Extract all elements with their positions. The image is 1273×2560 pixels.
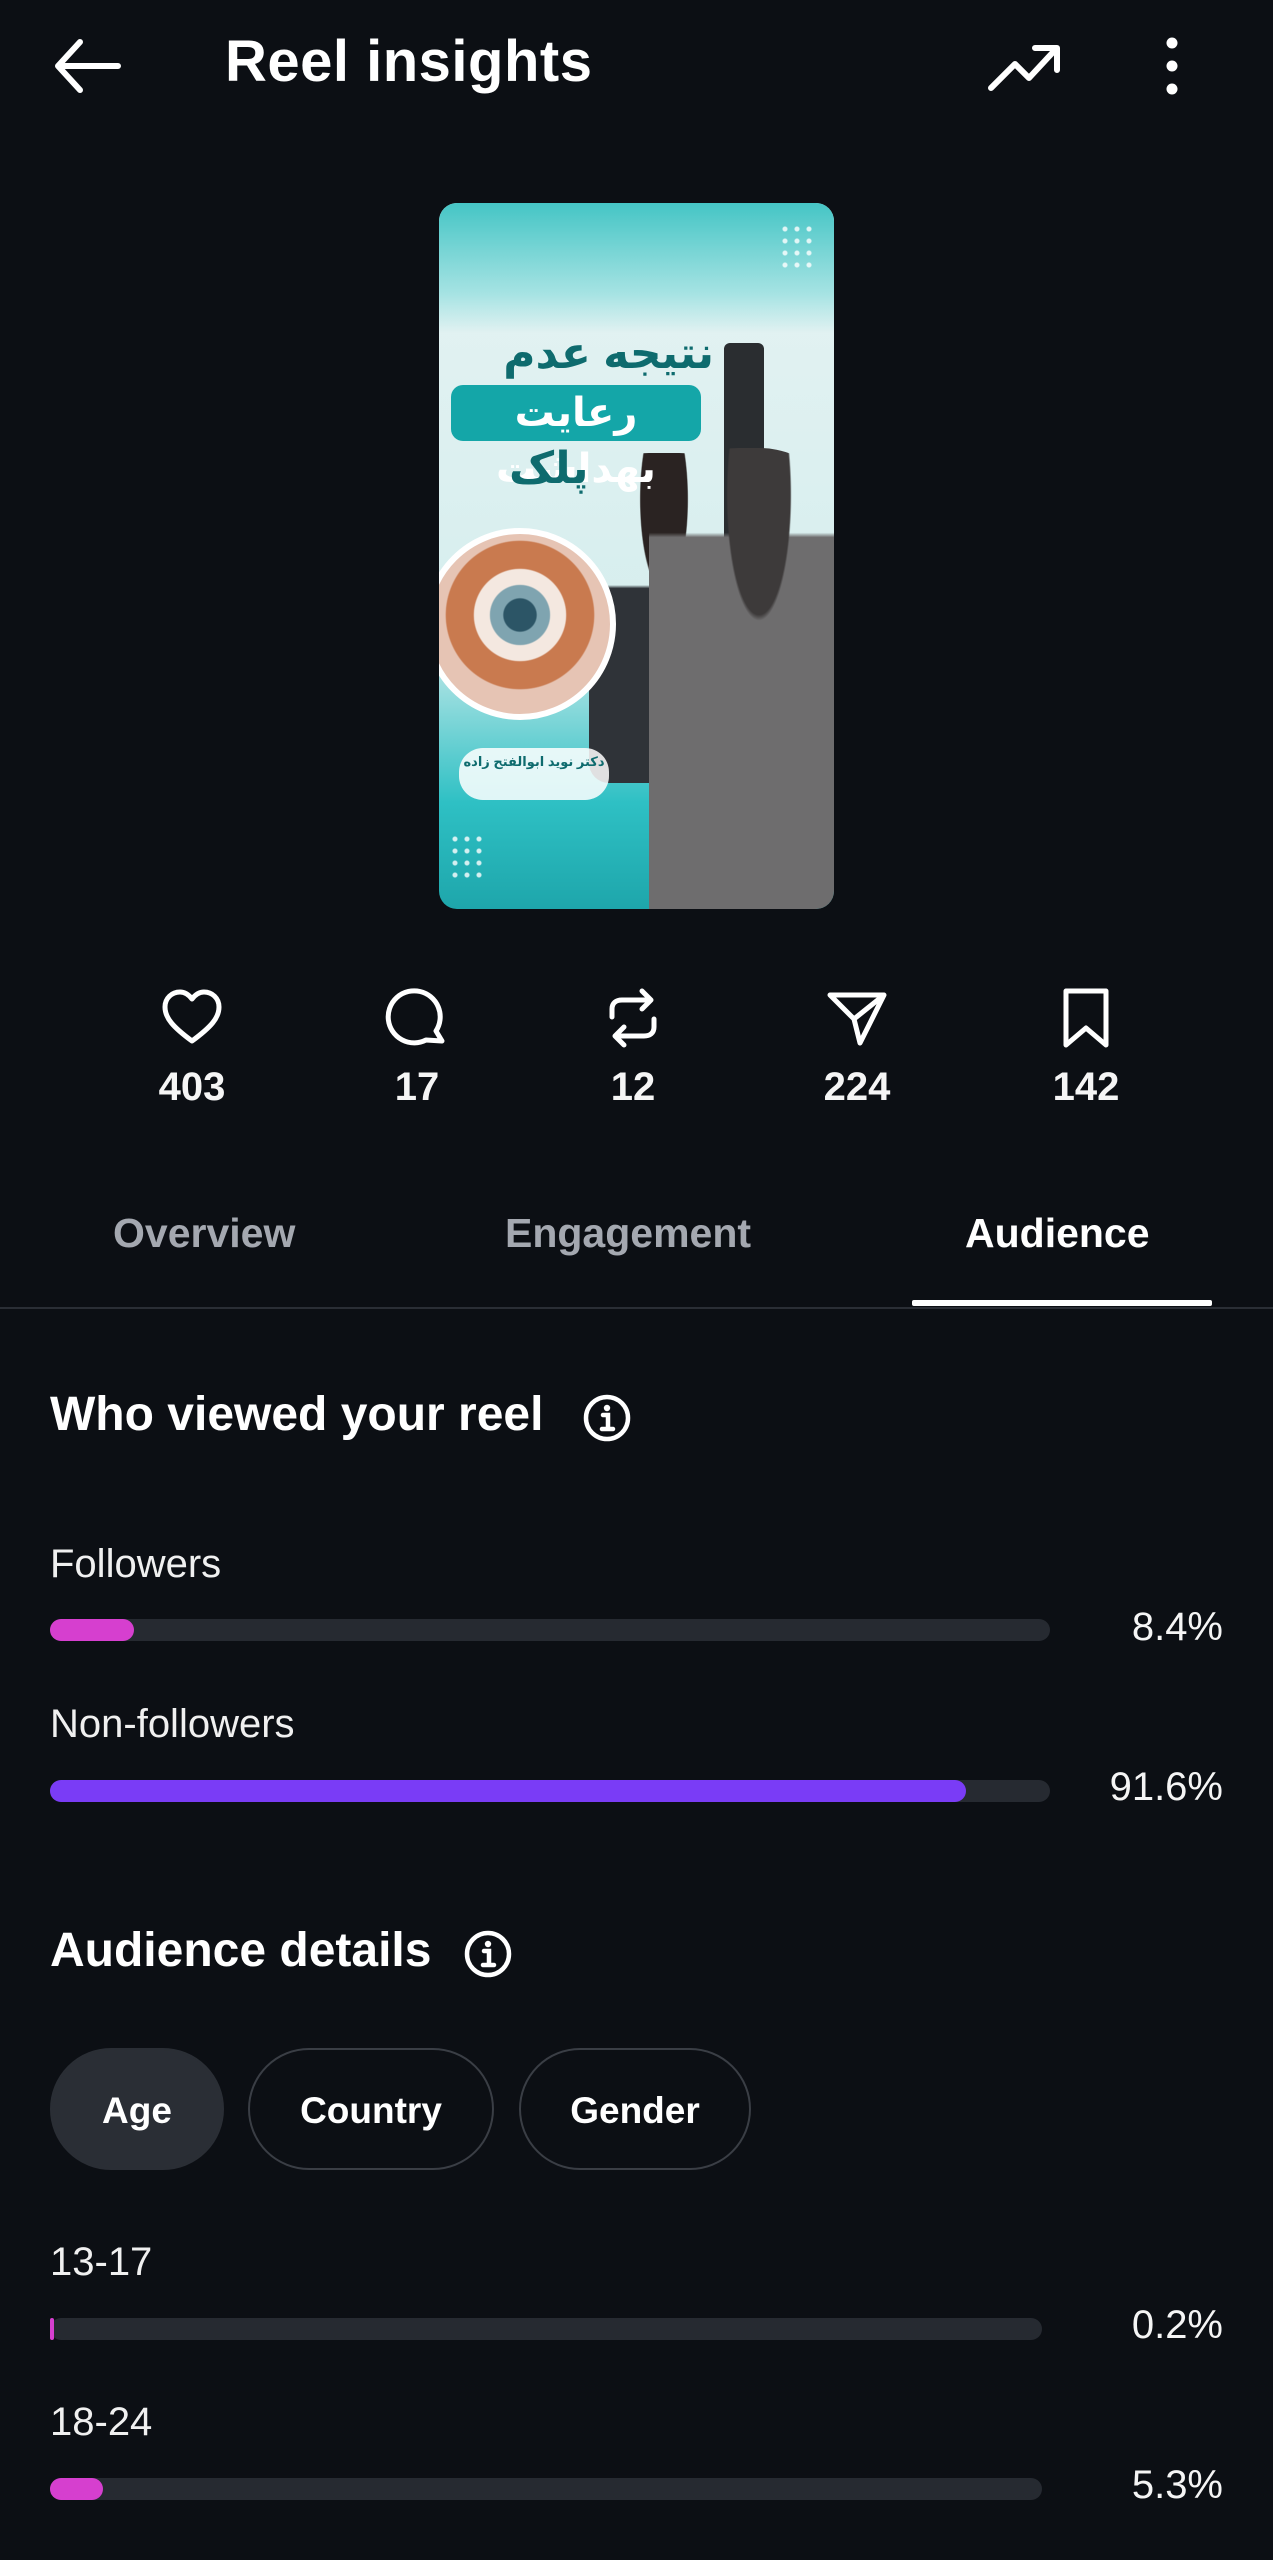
- tab-engagement[interactable]: Engagement: [505, 1210, 751, 1257]
- age-18-24-bar: [50, 2478, 1042, 2500]
- age-13-17-bar: [50, 2318, 1042, 2340]
- shares-count: 224: [823, 1065, 891, 1109]
- tab-overview[interactable]: Overview: [113, 1210, 295, 1257]
- non-followers-bar-fill: [50, 1780, 966, 1802]
- followers-label: Followers: [50, 1542, 222, 1586]
- comments-count: 17: [394, 1065, 440, 1109]
- repost-icon: [609, 988, 657, 1048]
- decorative-dots: [779, 223, 815, 273]
- thumbnail-caption: دکتر نوید ابوالفتح زاده: [459, 748, 609, 800]
- saves-count: 142: [1052, 1065, 1120, 1109]
- thumbnail-header-band: [439, 203, 834, 333]
- followers-bar: [50, 1619, 1050, 1641]
- tabs-divider: [0, 1307, 1273, 1309]
- thumbnail-headline-3: پلک: [509, 444, 589, 493]
- age-18-24-percent: 5.3%: [1131, 2463, 1223, 2507]
- info-icon[interactable]: [463, 1929, 513, 1979]
- thumbnail-headline-2: رعایت بهداشت: [451, 385, 701, 491]
- age-18-24-bar-fill: [50, 2478, 103, 2500]
- arrow-left-icon: [55, 39, 121, 93]
- decorative-dots: [449, 833, 485, 883]
- header: Reel insights: [0, 0, 1273, 135]
- trending-up-icon: [988, 45, 1060, 91]
- who-viewed-title: Who viewed your reel: [50, 1388, 544, 1441]
- page-title: Reel insights: [225, 29, 593, 94]
- reposts-count: 12: [610, 1065, 656, 1109]
- age-18-24-label: 18-24: [50, 2400, 153, 2444]
- chip-gender[interactable]: Gender: [519, 2048, 751, 2170]
- non-followers-bar: [50, 1780, 1050, 1802]
- trends-button[interactable]: [985, 38, 1065, 98]
- share-icon: [827, 992, 887, 1046]
- more-options-button[interactable]: [1155, 35, 1189, 97]
- age-13-17-label: 13-17: [50, 2240, 153, 2284]
- audience-details-title: Audience details: [50, 1924, 432, 1977]
- age-13-17-percent: 0.2%: [1131, 2303, 1223, 2347]
- followers-bar-fill: [50, 1619, 134, 1641]
- bookmark-icon: [1063, 988, 1109, 1048]
- stat-saves: 142: [1006, 985, 1166, 1110]
- likes-count: 403: [158, 1065, 226, 1109]
- comment-icon: [385, 988, 445, 1046]
- stat-reposts: 12: [553, 985, 713, 1110]
- heart-icon: [162, 989, 222, 1044]
- info-icon[interactable]: [582, 1393, 632, 1443]
- more-vertical-icon: [1166, 37, 1178, 95]
- followers-percent: 8.4%: [1131, 1605, 1223, 1649]
- active-tab-indicator: [912, 1300, 1212, 1306]
- age-13-17-bar-fill: [50, 2318, 54, 2340]
- reel-thumbnail[interactable]: نتیجه عدم رعایت بهداشت پلک دکتر نوید ابو…: [439, 203, 834, 909]
- chip-age[interactable]: Age: [50, 2048, 224, 2170]
- stat-shares: 224: [777, 985, 937, 1110]
- non-followers-label: Non-followers: [50, 1702, 295, 1746]
- non-followers-percent: 91.6%: [1109, 1765, 1223, 1809]
- thumbnail-headline-1: نتیجه عدم: [503, 329, 714, 378]
- back-button[interactable]: [48, 32, 128, 100]
- chip-country[interactable]: Country: [248, 2048, 494, 2170]
- stat-likes: 403: [112, 985, 272, 1110]
- stat-comments: 17: [337, 985, 497, 1110]
- thumbnail-patient: [649, 448, 834, 909]
- tab-audience[interactable]: Audience: [965, 1210, 1150, 1257]
